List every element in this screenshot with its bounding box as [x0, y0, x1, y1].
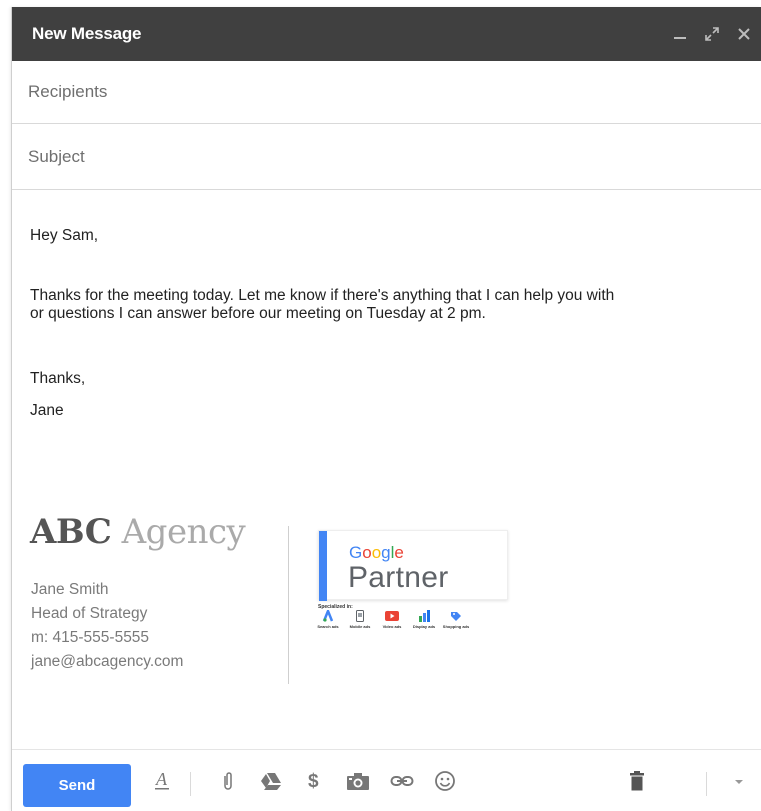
spec-video-ads: Video ads	[380, 610, 404, 629]
badge-accent-bar	[319, 531, 327, 601]
spec-name: Search ads	[317, 624, 339, 629]
compose-toolbar: Send A $	[12, 749, 761, 811]
attach-icon[interactable]	[215, 768, 241, 794]
body-closing: Thanks,	[30, 370, 86, 387]
signature-details: Jane Smith Head of Strategy m: 415-555-5…	[31, 578, 183, 674]
spec-shopping-ads: Shopping ads	[442, 610, 470, 629]
close-icon[interactable]	[734, 24, 754, 44]
mobile-ads-icon	[353, 610, 367, 622]
specializations: Search ads Mobile ads Video ads Display …	[316, 610, 470, 629]
recipients-input[interactable]	[28, 82, 728, 102]
body-paragraph-line-2: or questions I can answer before our mee…	[30, 305, 486, 322]
body-paragraph-line-1: Thanks for the meeting today. Let me kno…	[30, 287, 615, 304]
photo-icon[interactable]	[345, 768, 371, 794]
link-icon[interactable]	[389, 768, 415, 794]
spec-search-ads: Search ads	[316, 610, 340, 629]
email-signature: ABC Agency Jane Smith Head of Strategy m…	[30, 512, 530, 684]
minimize-icon[interactable]	[670, 24, 690, 44]
agency-logo: ABC Agency	[30, 512, 246, 552]
search-ads-icon	[321, 610, 335, 622]
spec-mobile-ads: Mobile ads	[348, 610, 372, 629]
spec-display-ads: Display ads	[412, 610, 436, 629]
body-signer: Jane	[30, 402, 64, 419]
video-ads-icon	[385, 610, 399, 622]
body-greeting: Hey Sam,	[30, 227, 99, 244]
svg-text:$: $	[308, 771, 319, 792]
money-icon[interactable]: $	[301, 768, 327, 794]
svg-text:A: A	[155, 770, 168, 789]
signature-phone: m: 415-555-5555	[31, 629, 150, 646]
recipients-row	[12, 61, 761, 124]
display-ads-icon	[417, 610, 431, 622]
signature-email: jane@abcagency.com	[31, 653, 184, 670]
shopping-ads-icon	[449, 610, 463, 622]
spec-name: Shopping ads	[442, 624, 470, 629]
signature-role: Head of Strategy	[31, 605, 148, 622]
title-bar[interactable]: New Message	[12, 7, 761, 61]
spec-name: Display ads	[412, 624, 436, 629]
logo-light-text: Agency	[121, 512, 246, 552]
window-controls	[670, 7, 754, 61]
toolbar-separator	[190, 772, 191, 796]
formatting-icon[interactable]: A	[149, 768, 175, 794]
google-partner-badge: Google Partner	[318, 530, 508, 601]
logo-strong-text: ABC	[30, 512, 112, 552]
window-title: New Message	[32, 24, 142, 43]
badge-label: Partner	[348, 561, 449, 594]
spec-name: Video ads	[382, 624, 402, 629]
badge-brand: Google	[349, 543, 404, 562]
body-paragraph: Thanks for the meeting today. Let me kno…	[30, 287, 740, 323]
signature-name: Jane Smith	[31, 581, 109, 598]
emoji-icon[interactable]	[432, 768, 458, 794]
subject-row	[12, 124, 761, 190]
subject-input[interactable]	[28, 146, 728, 167]
compose-window: New Message Hey Sam, Thanks for	[11, 7, 761, 811]
drive-icon[interactable]	[258, 768, 284, 794]
send-button[interactable]: Send	[23, 764, 131, 807]
trash-icon[interactable]	[624, 768, 650, 794]
page-background: New Message Hey Sam, Thanks for	[0, 0, 761, 811]
signature-divider	[288, 526, 289, 684]
spec-name: Mobile ads	[349, 624, 371, 629]
expand-icon[interactable]	[702, 24, 722, 44]
toolbar-separator	[706, 772, 707, 796]
more-options-icon[interactable]	[726, 768, 752, 794]
